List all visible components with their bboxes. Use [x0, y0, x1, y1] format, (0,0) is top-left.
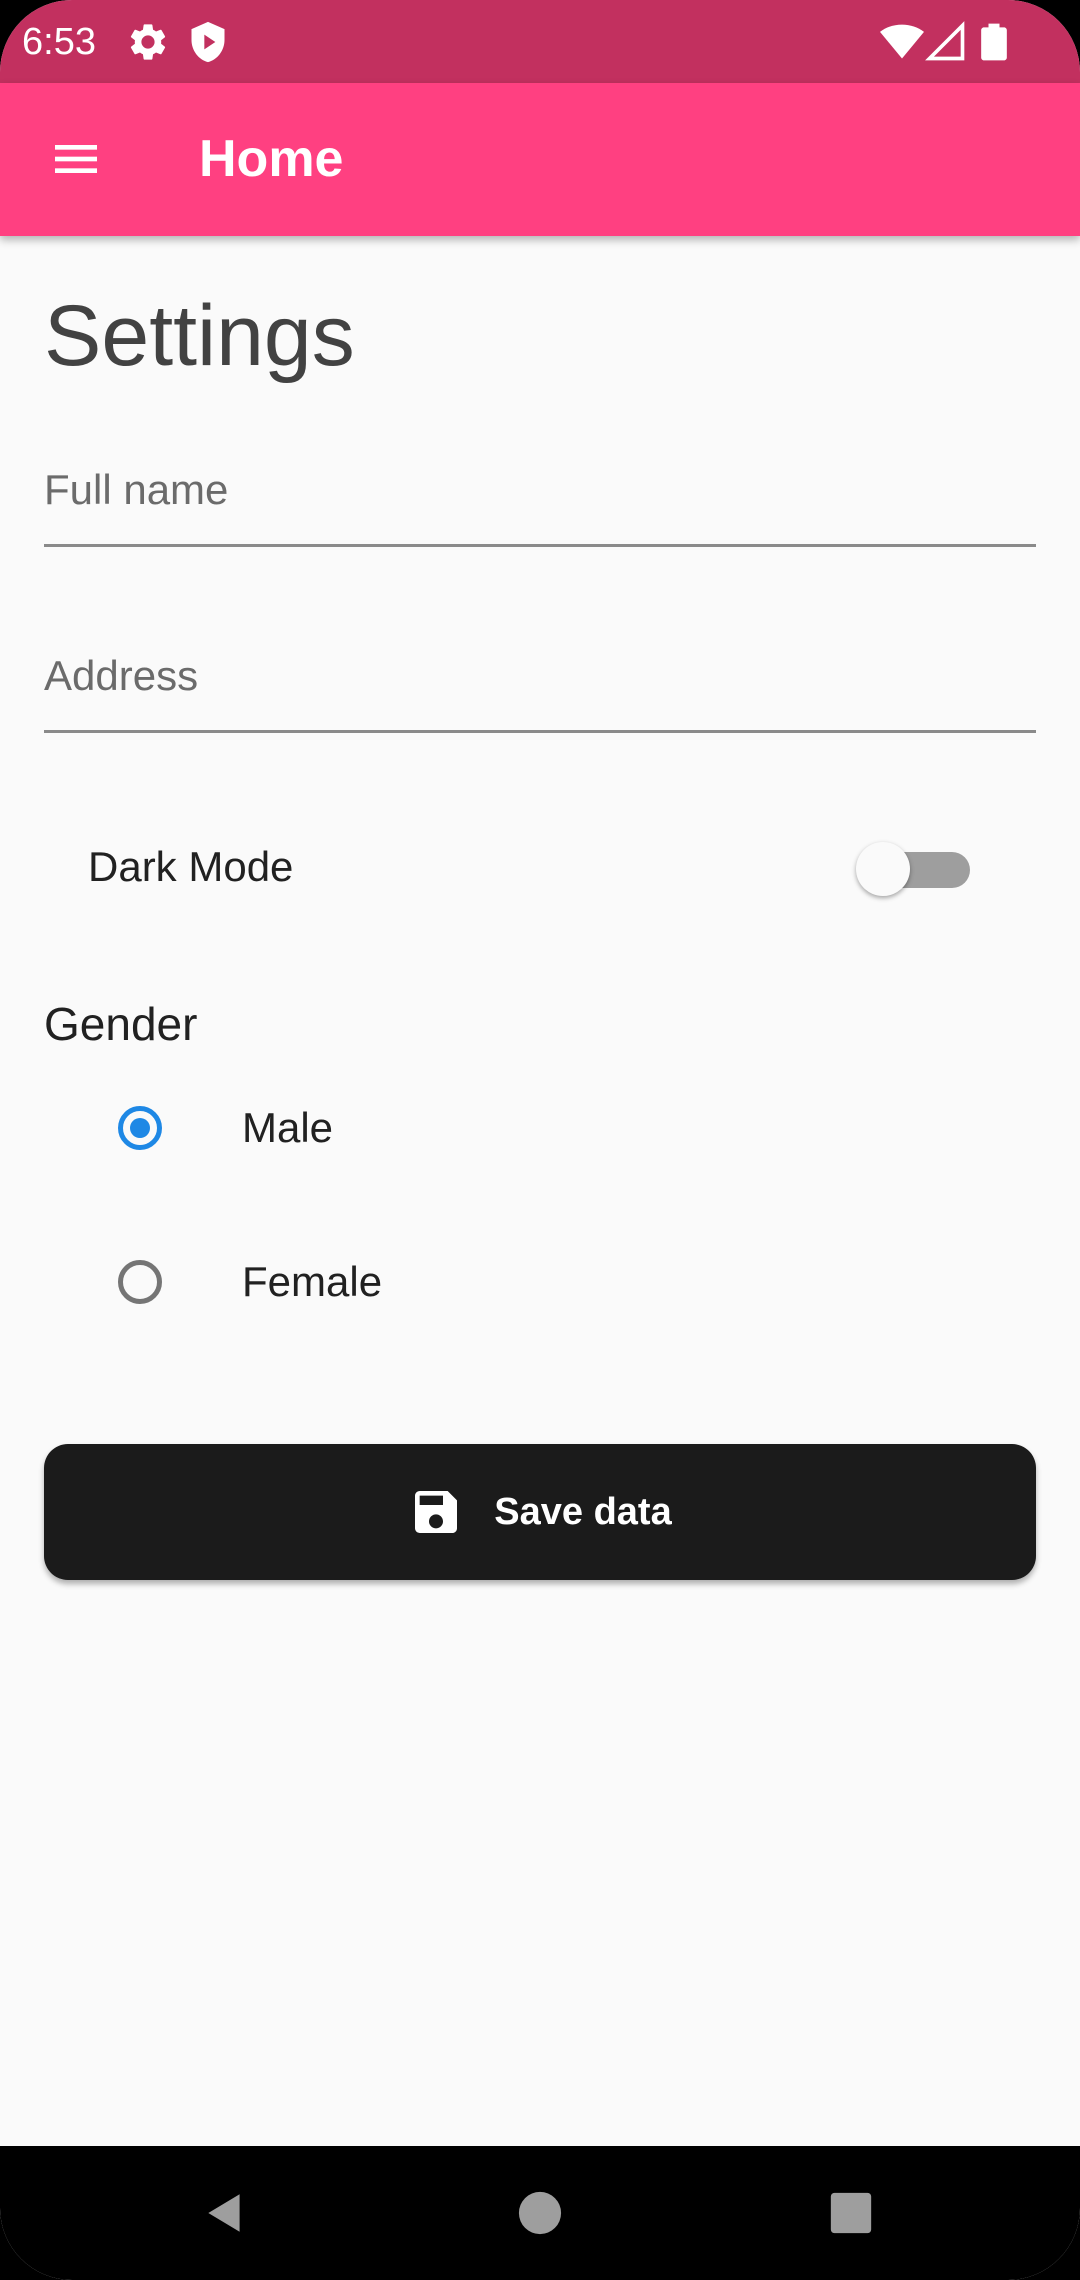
shield-icon [186, 20, 230, 64]
radio-option-female[interactable]: Female [100, 1230, 800, 1340]
settings-form: Settings Dark Mode Gender Male Female [0, 236, 1080, 2146]
battery-icon [972, 20, 1016, 64]
gender-label: Gender [44, 998, 198, 1050]
phone-screen: 6:53 Home Settings Full name Address Dar… [0, 0, 1080, 2280]
home-icon[interactable] [505, 2178, 575, 2248]
save-button-label: Save data [494, 1491, 672, 1533]
status-time: 6:53 [22, 21, 96, 63]
back-icon[interactable] [190, 2178, 260, 2248]
dark-mode-row[interactable]: Dark Mode [44, 806, 1036, 926]
recents-icon[interactable] [816, 2178, 886, 2248]
settings-icon [126, 20, 170, 64]
hamburger-menu-icon [55, 145, 97, 173]
address-field [44, 622, 1036, 733]
page-title: Settings [44, 288, 355, 384]
save-data-button[interactable]: Save data [44, 1444, 1036, 1580]
radio-button-checked[interactable] [118, 1106, 162, 1150]
dark-mode-switch[interactable] [856, 836, 976, 896]
radio-label-female: Female [242, 1258, 383, 1305]
address-input[interactable] [44, 622, 1036, 730]
radio-label-male: Male [242, 1104, 334, 1151]
radio-option-male[interactable]: Male [100, 1076, 800, 1186]
menu-button[interactable] [36, 123, 116, 195]
dark-mode-label: Dark Mode [88, 843, 294, 890]
cellular-signal-icon [924, 20, 968, 64]
system-navigation-bar [0, 2146, 1080, 2280]
radio-dot [130, 1118, 150, 1138]
full-name-field [44, 436, 1036, 547]
app-bar-title: Home [199, 130, 344, 188]
floppy-disk-save-icon [408, 1484, 464, 1540]
status-bar: 6:53 [0, 0, 1080, 83]
switch-thumb [856, 842, 910, 896]
radio-button-unchecked[interactable] [118, 1260, 162, 1304]
wifi-icon [880, 20, 924, 64]
app-bar: Home [0, 83, 1080, 236]
full-name-input[interactable] [44, 436, 1036, 544]
